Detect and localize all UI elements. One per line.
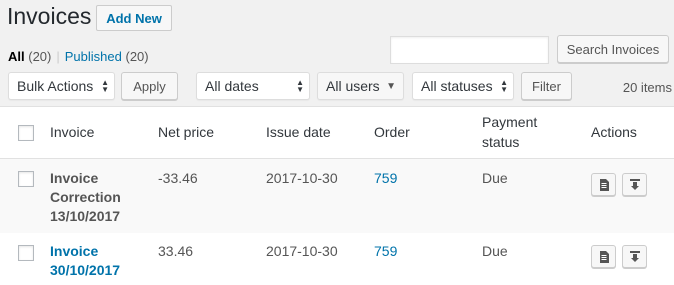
net-price: -33.46: [158, 170, 198, 186]
statuses-filter-select[interactable]: All statuses ▲ ▼: [412, 72, 514, 100]
view-published-count: (20): [125, 49, 149, 64]
search-invoices-button[interactable]: Search Invoices: [557, 35, 669, 63]
add-new-button[interactable]: Add New: [96, 5, 172, 31]
dates-filter-label: All dates: [205, 78, 259, 94]
document-icon: [599, 178, 609, 191]
select-arrows-icon: ▲ ▼: [500, 78, 508, 94]
order-link[interactable]: 759: [374, 169, 397, 188]
table-header: Invoice Net price Issue date Order Payme…: [0, 107, 674, 159]
filter-button[interactable]: Filter: [521, 72, 572, 100]
view-invoice-button[interactable]: [591, 245, 616, 268]
users-filter-select[interactable]: All users ▼: [317, 72, 404, 100]
download-icon: [629, 178, 640, 190]
users-filter-label: All users: [326, 78, 380, 94]
order-link[interactable]: 759: [374, 242, 397, 261]
issue-date: 2017-10-30: [266, 243, 338, 259]
apply-button[interactable]: Apply: [121, 72, 178, 100]
status-views: All (20) | Published (20): [8, 49, 149, 64]
view-published-label: Published: [64, 49, 122, 64]
column-actions: Actions: [591, 124, 637, 140]
view-invoice-button[interactable]: [591, 173, 616, 196]
invoice-title[interactable]: Invoice Correction 13/10/2017: [50, 169, 121, 226]
document-icon: [599, 250, 609, 263]
bulk-actions-label: Bulk Actions: [17, 78, 94, 94]
row-checkbox[interactable]: [18, 245, 34, 261]
payment-status: Due: [482, 170, 508, 186]
column-payment-status-line1: Payment: [482, 114, 538, 130]
issue-date: 2017-10-30: [266, 170, 338, 186]
invoice-title-link[interactable]: Invoice 30/10/2017: [50, 242, 120, 280]
column-payment-status-line2: status: [482, 134, 520, 150]
invoices-table: Invoice Net price Issue date Order Payme…: [0, 106, 674, 285]
statuses-filter-label: All statuses: [421, 78, 493, 94]
invoice-title-line: Invoice: [50, 243, 99, 259]
search-input[interactable]: [390, 36, 549, 64]
view-separator: |: [56, 49, 60, 64]
view-all[interactable]: All (20): [8, 49, 51, 64]
view-published[interactable]: Published (20): [65, 49, 149, 64]
page-title: Invoices: [7, 3, 92, 29]
invoice-title-line: Invoice: [50, 170, 99, 186]
column-invoice: Invoice: [50, 124, 95, 140]
table-row: Invoice Correction 13/10/2017 -33.46 201…: [0, 159, 674, 233]
select-arrows-icon: ▲ ▼: [101, 78, 109, 94]
download-icon: [629, 250, 640, 262]
caret-down-icon: ▼: [386, 81, 396, 92]
column-order: Order: [374, 124, 410, 140]
payment-status: Due: [482, 243, 508, 259]
view-all-count: (20): [28, 49, 52, 64]
download-invoice-button[interactable]: [622, 245, 647, 268]
dates-filter-select[interactable]: All dates ▲ ▼: [196, 72, 310, 100]
net-price: 33.46: [158, 243, 194, 259]
table-row: Invoice 30/10/2017 33.46 2017-10-30 759 …: [0, 233, 674, 285]
column-net-price: Net price: [158, 124, 215, 140]
select-all-checkbox[interactable]: [18, 125, 34, 141]
download-invoice-button[interactable]: [622, 173, 647, 196]
invoice-title-line: Correction: [50, 189, 121, 205]
select-arrows-icon: ▲ ▼: [296, 78, 304, 94]
items-count: 20 items: [622, 80, 672, 95]
column-issue-date: Issue date: [266, 124, 331, 140]
invoice-title-line: 13/10/2017: [50, 208, 121, 224]
invoice-title-line: 30/10/2017: [50, 262, 121, 278]
view-all-label: All: [8, 49, 25, 64]
row-checkbox[interactable]: [18, 171, 34, 187]
bulk-actions-select[interactable]: Bulk Actions ▲ ▼: [8, 72, 115, 100]
